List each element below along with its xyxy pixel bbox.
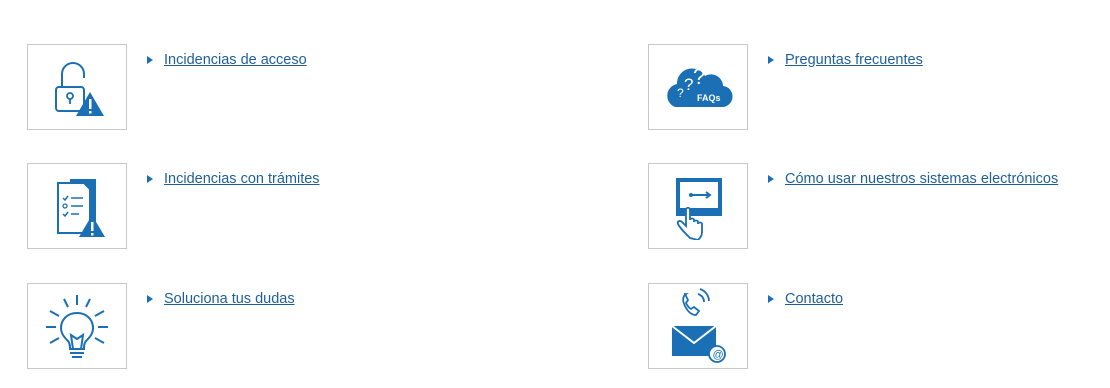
- bullet-arrow-icon: [768, 56, 774, 64]
- faq-link[interactable]: Preguntas frecuentes: [785, 52, 923, 68]
- faq-tile[interactable]: ? ? ? FAQs: [648, 44, 748, 130]
- solve-doubts-link[interactable]: Soluciona tus dudas: [164, 291, 295, 307]
- access-issues-link[interactable]: Incidencias de acceso: [164, 52, 307, 68]
- svg-text:@: @: [713, 349, 724, 361]
- electronic-systems-link[interactable]: Cómo usar nuestros sistemas electrónicos: [785, 171, 1058, 187]
- padlock-warning-icon: [55, 62, 104, 116]
- lightbulb-icon: [46, 295, 108, 358]
- solve-doubts-tile[interactable]: [27, 283, 127, 369]
- bullet-arrow-icon: [147, 295, 153, 303]
- help-item-access-issues: Incidencias de acceso: [27, 44, 307, 130]
- procedure-issues-link-wrap: Incidencias con trámites: [147, 171, 320, 187]
- help-item-solve-doubts: Soluciona tus dudas: [27, 283, 295, 369]
- phone-mail-icon: @: [671, 288, 726, 363]
- access-issues-tile[interactable]: [27, 44, 127, 130]
- electronic-systems-link-wrap: Cómo usar nuestros sistemas electrónicos: [768, 171, 1058, 187]
- hand-touch-screen-icon: [676, 178, 722, 240]
- svg-text:?: ?: [693, 64, 705, 89]
- procedure-issues-tile[interactable]: [27, 163, 127, 249]
- contact-link[interactable]: Contacto: [785, 291, 843, 307]
- faq-link-wrap: Preguntas frecuentes: [768, 52, 923, 68]
- access-issues-link-wrap: Incidencias de acceso: [147, 52, 307, 68]
- document-checklist-warning-icon: [57, 179, 105, 237]
- bullet-arrow-icon: [768, 175, 774, 183]
- bullet-arrow-icon: [147, 175, 153, 183]
- help-item-faq: ? ? ? FAQs Preguntas frecuentes: [648, 44, 923, 130]
- bullet-arrow-icon: [768, 295, 774, 303]
- help-item-procedure-issues: Incidencias con trámites: [27, 163, 320, 249]
- help-item-electronic-systems: Cómo usar nuestros sistemas electrónicos: [648, 163, 1058, 249]
- electronic-systems-tile[interactable]: [648, 163, 748, 249]
- solve-doubts-link-wrap: Soluciona tus dudas: [147, 291, 295, 307]
- faqs-cloud-icon: ? ? ? FAQs: [667, 64, 733, 108]
- bullet-arrow-icon: [147, 56, 153, 64]
- faqs-text: FAQs: [697, 93, 721, 103]
- contact-link-wrap: Contacto: [768, 291, 843, 307]
- svg-text:?: ?: [677, 86, 684, 100]
- procedure-issues-link[interactable]: Incidencias con trámites: [164, 171, 320, 187]
- contact-tile[interactable]: @: [648, 283, 748, 369]
- help-item-contact: @ Contacto: [648, 283, 843, 369]
